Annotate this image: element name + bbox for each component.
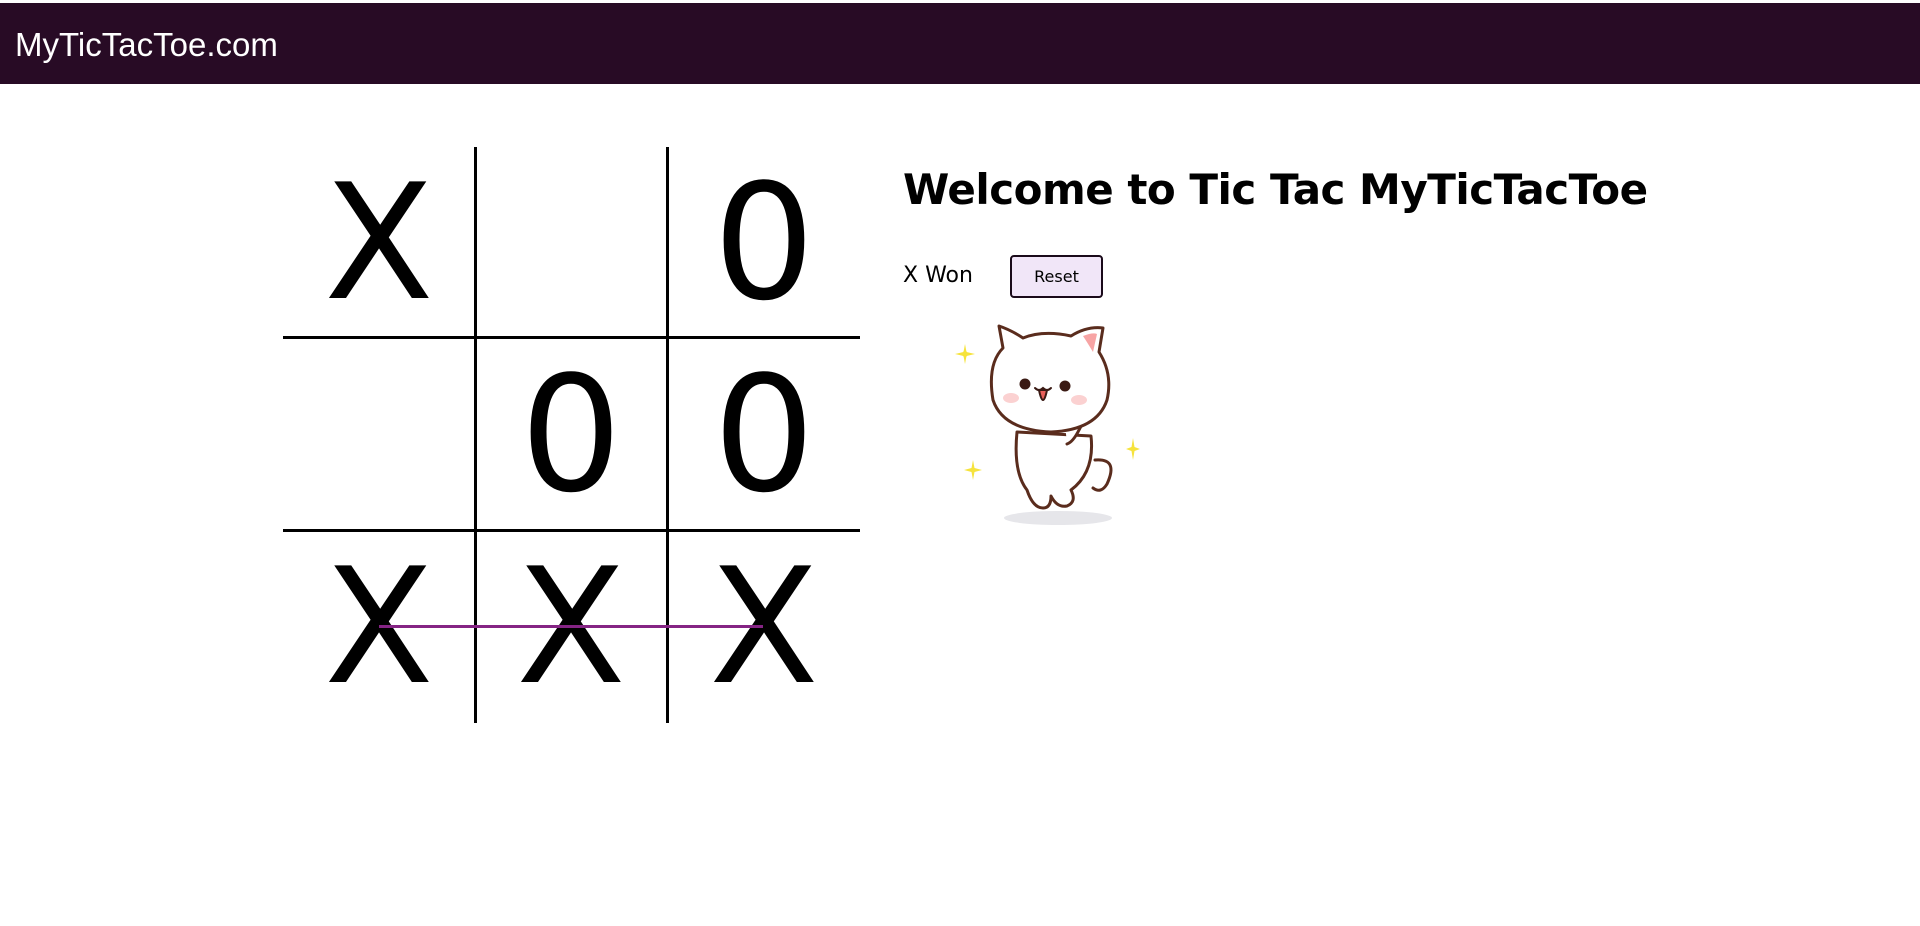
dancing-cat-sticker bbox=[955, 324, 1140, 525]
site-title[interactable]: MyTicTacToe.com bbox=[15, 23, 278, 67]
board-cell-r1-c2[interactable] bbox=[475, 147, 667, 339]
game-status-text: X Won bbox=[903, 263, 973, 288]
grid-line-horizontal-bottom bbox=[283, 529, 860, 532]
status-row: X Won Reset bbox=[903, 255, 1203, 299]
top-navbar: MyTicTacToe.com bbox=[0, 3, 1920, 84]
board-cell-r1-c1[interactable]: X bbox=[283, 147, 475, 339]
grid-line-vertical-left bbox=[474, 147, 477, 723]
reset-button[interactable]: Reset bbox=[1010, 255, 1103, 298]
board-cell-r2-c2[interactable]: 0 bbox=[475, 339, 667, 531]
board-cell-r2-c1[interactable] bbox=[283, 339, 475, 531]
welcome-heading: Welcome to Tic Tac MyTicTacToe bbox=[903, 165, 1648, 214]
grid-line-vertical-right bbox=[666, 147, 669, 723]
board-cell-r2-c3[interactable]: 0 bbox=[668, 339, 860, 531]
game-info-panel: Welcome to Tic Tac MyTicTacToe X Won Res… bbox=[903, 162, 1648, 525]
grid-line-horizontal-top bbox=[283, 336, 860, 339]
tic-tac-toe-board: X 0 0 0 X X X bbox=[283, 147, 860, 723]
winning-strike-line bbox=[379, 625, 763, 628]
board-cell-r1-c3[interactable]: 0 bbox=[668, 147, 860, 339]
